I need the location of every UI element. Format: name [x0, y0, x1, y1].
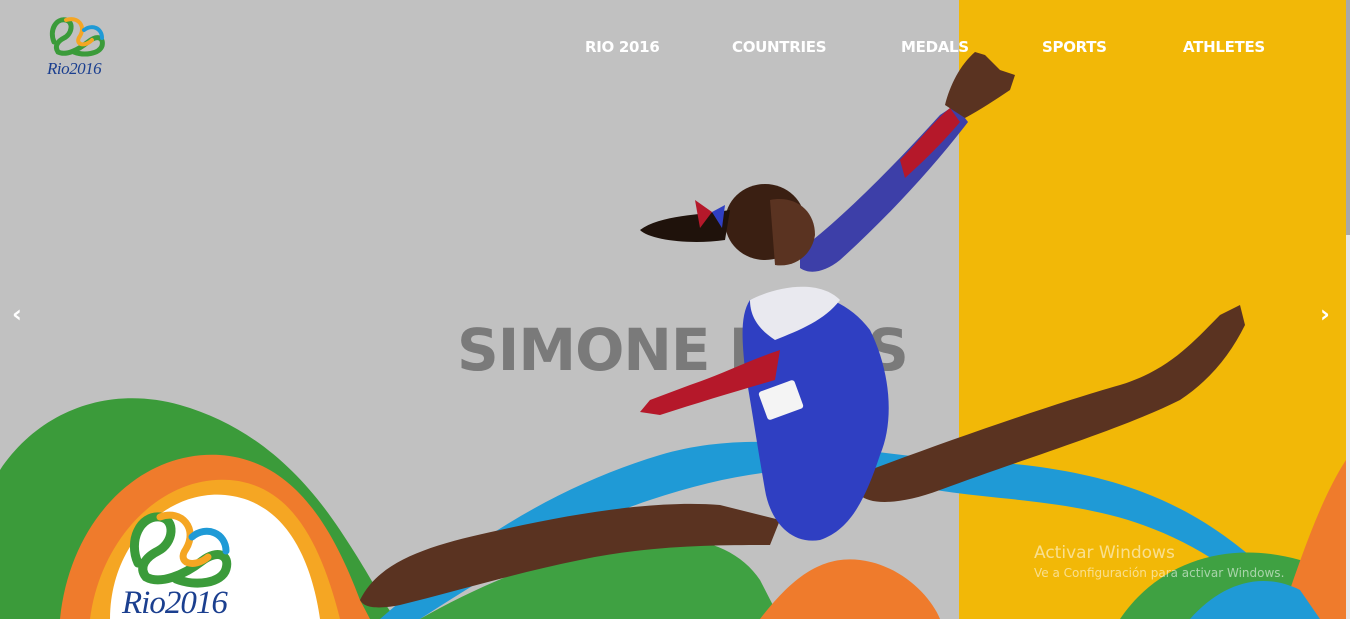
windows-activation-watermark: Activar Windows Ve a Configuración para … — [1034, 543, 1284, 580]
nav-item-medals[interactable]: MEDALS — [901, 38, 969, 56]
nav-item-athletes[interactable]: ATHLETES — [1183, 38, 1265, 56]
vertical-scrollbar[interactable] — [1346, 0, 1350, 619]
rio-2016-badge: Rio2016 — [118, 505, 248, 619]
nav-item-rio-2016[interactable]: RIO 2016 — [585, 38, 660, 56]
scrollbar-thumb[interactable] — [1346, 0, 1350, 235]
rio-2016-logo[interactable]: Rio2016 — [44, 12, 114, 82]
next-slide-icon[interactable]: › — [1320, 300, 1330, 328]
hero-slider: SIMONE BILES Rio2016 RIO 2016 COUNTRIES … — [0, 0, 1346, 619]
badge-logo-text: Rio2016 — [122, 585, 228, 619]
watermark-subtitle: Ve a Configuración para activar Windows. — [1034, 566, 1285, 580]
nav-item-sports[interactable]: SPORTS — [1042, 38, 1107, 56]
logo-text: Rio2016 — [47, 59, 102, 78]
watermark-title: Activar Windows — [1034, 543, 1175, 563]
prev-slide-icon[interactable]: ‹ — [12, 300, 22, 328]
rio-2016-logo-icon — [49, 17, 105, 57]
rio-2016-badge-icon — [129, 511, 232, 588]
nav-item-countries[interactable]: COUNTRIES — [732, 38, 827, 56]
